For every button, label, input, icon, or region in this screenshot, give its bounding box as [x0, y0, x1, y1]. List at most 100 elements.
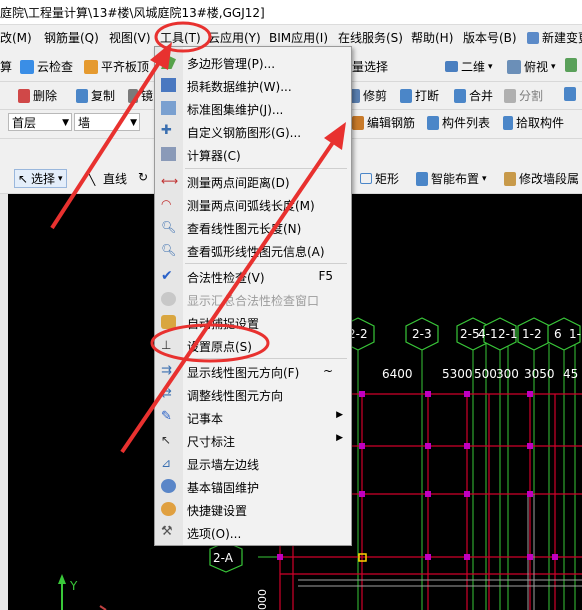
menu-item-standard-atlas[interactable]: 标准图集维护(J)... [155, 97, 351, 119]
menu-item-validity-check[interactable]: ✔ 合法性检查(V) F5 [155, 265, 351, 287]
menu-item-view-linear-length[interactable]: 🔍︎ 查看线性图元长度(N) [155, 216, 351, 238]
calculator-icon [161, 147, 176, 161]
menu-tools[interactable]: 工具(T) [160, 29, 201, 46]
arc-icon: ↻ [138, 170, 149, 184]
split-button[interactable]: 分割 [504, 87, 543, 104]
align-slab-top-button[interactable]: 平齐板顶 [84, 58, 149, 75]
dimension-text: 000 [256, 589, 269, 610]
wall-left-line-icon: ⊿ [161, 456, 172, 470]
menu-new-change[interactable]: 新建变更 [527, 29, 582, 46]
menu-item-calculator[interactable]: 计算器(C) [155, 143, 351, 165]
axis-label: 2-1 [498, 327, 518, 341]
align-slab-icon [84, 59, 98, 74]
modify-wall-segment-button[interactable]: 修改墙段属 [504, 170, 579, 187]
menu-item-auto-snap[interactable]: 自动捕捉设置 [155, 311, 351, 333]
menu-item-anchor-maintenance[interactable]: 基本锚固维护 [155, 475, 351, 497]
axis-label: 2-A [213, 551, 234, 565]
menu-version[interactable]: 版本号(B) [463, 29, 517, 46]
menu-item-measure-arc[interactable]: ◠ 测量两点间弧线长度(M) [155, 193, 351, 215]
menu-item-dimension[interactable]: ↖ 尺寸标注 ▶ [155, 429, 351, 451]
arc-button[interactable]: ↻ [138, 170, 150, 184]
menu-item-measure-distance[interactable]: ⟷ 测量两点间距离(D) [155, 170, 351, 192]
merge-button[interactable]: 合并 [454, 87, 493, 104]
shortcut-label: F5 [318, 269, 333, 283]
component-list-button[interactable]: 构件列表 [427, 114, 490, 131]
copy-button[interactable]: 复制 [76, 87, 115, 104]
mirror-button[interactable]: 镜 [128, 87, 153, 104]
tools-dropdown-menu: 多边形管理(P)... 损耗数据维护(W)... 标准图集维护(J)... ✚ … [154, 46, 352, 546]
submenu-arrow-icon: ▶ [336, 410, 343, 420]
element-type-select[interactable]: 墙 ▼ [74, 113, 140, 131]
adjust-direction-icon: ⇄ [161, 386, 172, 401]
view-length-icon: 🔍︎ [161, 220, 177, 234]
menu-item-hotkey-settings[interactable]: 快捷键设置 [155, 498, 351, 520]
menu-online-service[interactable]: 在线服务(S) [338, 29, 403, 46]
table-icon [161, 78, 176, 92]
measure-distance-icon: ⟷ [161, 174, 179, 188]
new-change-icon [527, 31, 539, 44]
chevron-down-icon: ▼ [130, 118, 137, 128]
menu-view[interactable]: 视图(V) [109, 29, 151, 46]
show-direction-icon: ⇉ [161, 363, 172, 378]
calc-button[interactable]: 算 [0, 58, 12, 75]
dimension-text: 5300 [442, 367, 473, 381]
rectangle-button[interactable]: 矩形 [360, 170, 399, 187]
line-button[interactable]: ╲ 直线 [88, 170, 127, 187]
view-arc-info-icon: 🔍︎ [161, 243, 177, 257]
menu-bim[interactable]: BIM应用(I) [269, 29, 328, 46]
axis-label: 1- [569, 327, 581, 341]
pick-icon [503, 115, 513, 130]
dimension-text: 3050 [524, 367, 555, 381]
smart-place-button[interactable]: 智能布置 ▾ [416, 170, 487, 187]
menu-item-show-check-window[interactable]: 显示汇总合法性检查窗口 [155, 288, 351, 310]
view-2d-dropdown[interactable]: 二维 ▾ [445, 58, 493, 75]
copy-icon [76, 88, 88, 103]
top-view-dropdown[interactable]: 俯视 ▾ [507, 58, 556, 75]
floor-select[interactable]: 首层 ▼ [8, 113, 72, 131]
menu-item-custom-rebar-shape[interactable]: ✚ 自定义钢筋图形(G)... [155, 120, 351, 142]
menu-item-notepad[interactable]: ✎ 记事本 ▶ [155, 406, 351, 428]
menu-item-view-arc-info[interactable]: 🔍︎ 查看弧形线性图元信息(A) [155, 239, 351, 261]
break-button[interactable]: 打断 [400, 87, 439, 104]
cloud-check-button[interactable]: 云检查 [20, 58, 73, 75]
menu-item-adjust-direction[interactable]: ⇄ 调整线性图元方向 [155, 383, 351, 405]
trim-button[interactable]: 修剪 [350, 87, 387, 104]
snap-icon [161, 315, 176, 329]
edit-rebar-button[interactable]: 编辑钢筋 [352, 114, 415, 131]
menu-item-show-wall-left-line[interactable]: ⊿ 显示墙左边线 [155, 452, 351, 474]
quantity-select-button[interactable]: 量选择 [352, 58, 388, 75]
menu-item-show-direction[interactable]: ⇉ 显示线性图元方向(F) ~ [155, 360, 351, 382]
menu-item-set-origin[interactable]: ⊥ 设置原点(S) [155, 334, 351, 356]
title-bar: 庭院\工程量计算\13#楼\风城庭院13#楼,GGJ12] [0, 0, 582, 25]
menu-rebar-quantity[interactable]: 钢筋量(Q) [44, 29, 99, 46]
origin-icon: ⊥ [161, 338, 172, 352]
check-icon: ✔ [161, 268, 173, 284]
menu-help[interactable]: 帮助(H) [411, 29, 453, 46]
menu-separator [185, 168, 347, 169]
menu-item-polygon-manage[interactable]: 多边形管理(P)... [155, 51, 351, 73]
list-icon [427, 115, 439, 130]
cloud-check-icon [20, 59, 34, 74]
axis-label: 1-2 [522, 327, 542, 341]
menu-item-loss-data[interactable]: 损耗数据维护(W)... [155, 74, 351, 96]
book-icon [161, 101, 176, 115]
toolbar-extra-icon[interactable] [565, 58, 577, 72]
cube-icon [507, 59, 521, 74]
split-icon [504, 88, 516, 103]
menu-item-options[interactable]: ⚒ 选项(O)... [155, 521, 351, 543]
merge-icon [454, 88, 466, 103]
notepad-icon: ✎ [161, 409, 172, 424]
pick-component-button[interactable]: 拾取构件 [503, 114, 564, 131]
edit-rebar-icon [352, 115, 364, 130]
menu-cloud[interactable]: 云应用(Y) [208, 29, 261, 46]
dimension-text: 45 [563, 367, 578, 381]
select-button[interactable]: ↖ 选择 ▾ [14, 169, 67, 188]
toolbar2-extra-icon[interactable] [564, 87, 576, 101]
axis-label: 2-5 [460, 327, 480, 341]
submenu-arrow-icon: ▶ [336, 433, 343, 443]
measure-arc-icon: ◠ [161, 197, 172, 211]
dimension-icon: ↖ [161, 433, 172, 447]
dimension-text: 6400 [382, 367, 413, 381]
delete-button[interactable]: 删除 [18, 87, 57, 104]
menu-modify[interactable]: 改(M) [0, 29, 32, 46]
